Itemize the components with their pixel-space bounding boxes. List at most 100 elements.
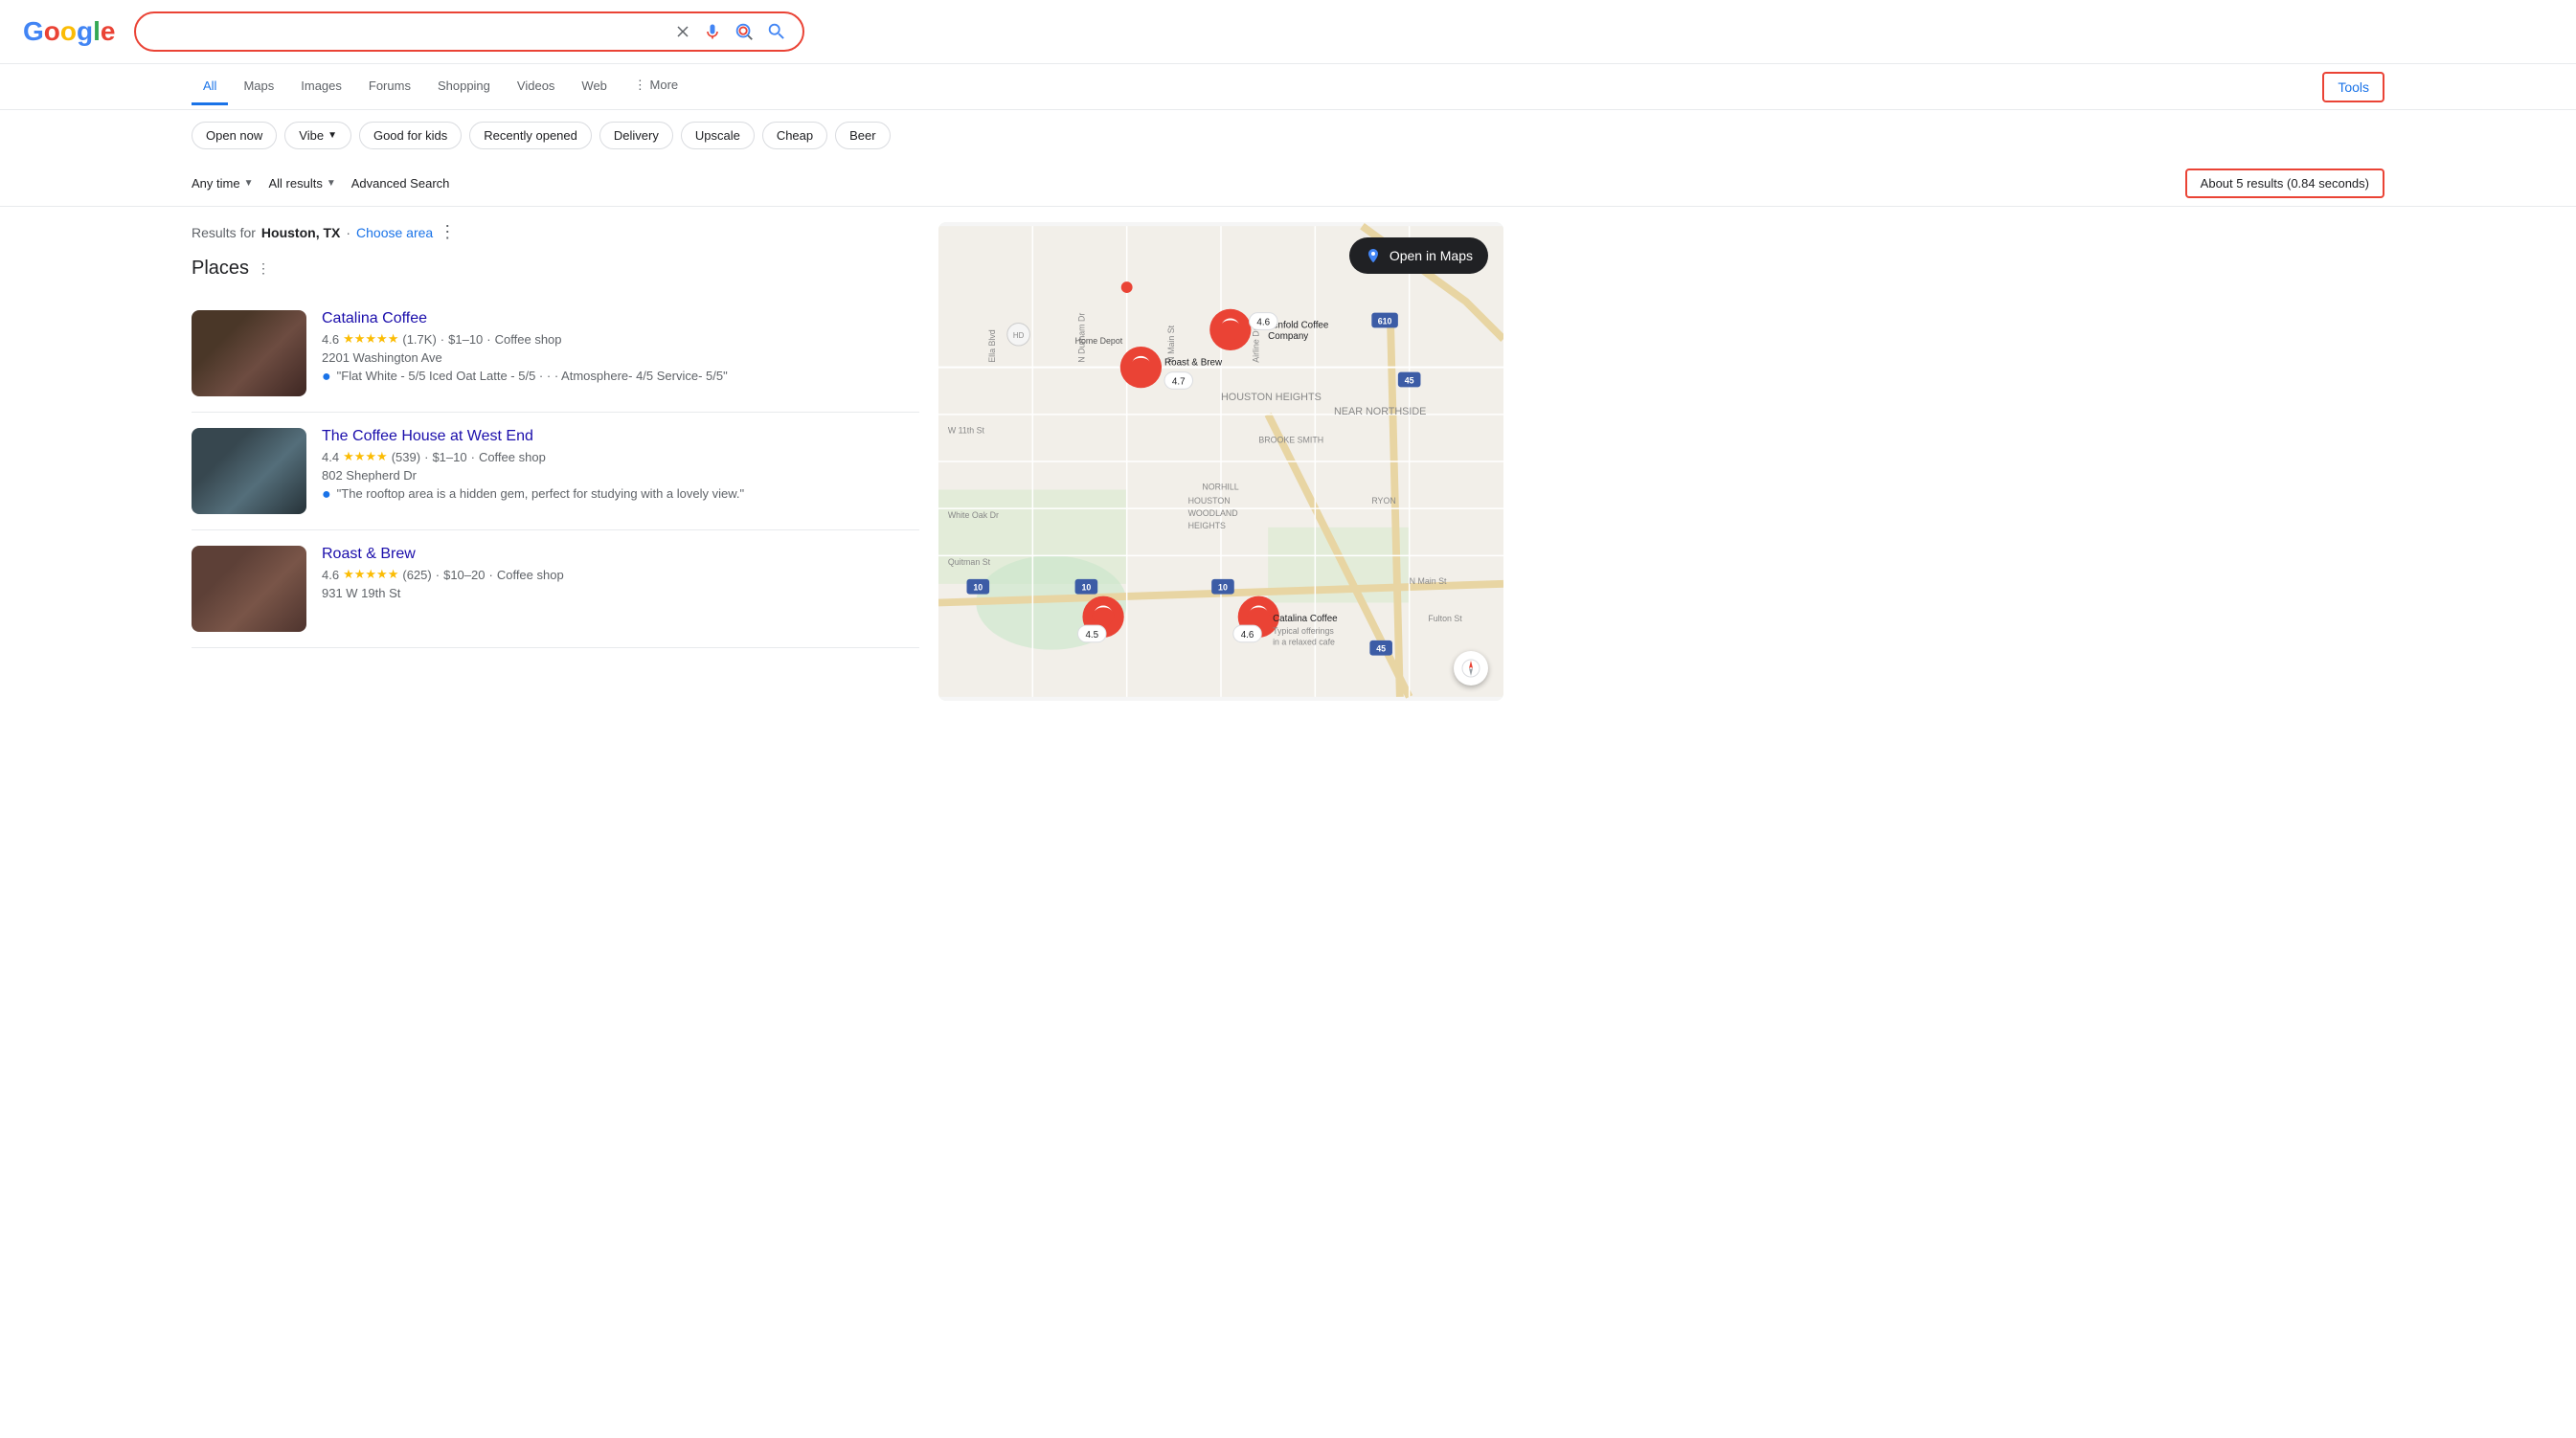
svg-text:4.7: 4.7 — [1172, 376, 1186, 387]
tab-shopping[interactable]: Shopping — [426, 69, 502, 105]
filter-chips: Open now Vibe ▼ Good for kids Recently o… — [0, 110, 2576, 161]
place-address-catalina: 2201 Washington Ave — [322, 350, 919, 365]
all-results-filter[interactable]: All results ▼ — [268, 176, 335, 191]
review-avatar-icon: ● — [322, 369, 331, 386]
svg-text:45: 45 — [1376, 644, 1386, 654]
places-header: Places ⋮ — [192, 258, 919, 280]
svg-text:White Oak Dr: White Oak Dr — [948, 510, 999, 520]
svg-text:Catalina Coffee: Catalina Coffee — [1273, 614, 1338, 624]
svg-text:Company: Company — [1268, 331, 1308, 342]
svg-text:Typical offerings: Typical offerings — [1273, 626, 1334, 636]
more-options-icon[interactable]: ⋮ — [439, 222, 456, 242]
rating-stars-catalina: ★★★★★ — [343, 331, 398, 347]
voice-search-button[interactable] — [703, 22, 722, 41]
tab-images[interactable]: Images — [289, 69, 353, 105]
tab-web[interactable]: Web — [570, 69, 619, 105]
place-name-coffee-house[interactable]: The Coffee House at West End — [322, 428, 919, 445]
chip-beer[interactable]: Beer — [835, 122, 890, 149]
tab-more[interactable]: ⋮ More — [622, 68, 689, 105]
place-card-roast-brew: Roast & Brew 4.6 ★★★★★ (625) · $10–20 · … — [192, 530, 919, 648]
svg-text:Roast & Brew: Roast & Brew — [1164, 358, 1223, 369]
svg-text:NORHILL: NORHILL — [1202, 483, 1238, 492]
svg-text:HD: HD — [1013, 331, 1025, 340]
choose-area-link[interactable]: Choose area — [356, 225, 433, 240]
google-logo: Google — [23, 16, 115, 47]
svg-text:610: 610 — [1378, 316, 1392, 326]
svg-text:10: 10 — [973, 583, 983, 593]
svg-text:BROOKE SMITH: BROOKE SMITH — [1258, 435, 1323, 444]
place-address-roast-brew: 931 W 19th St — [322, 586, 919, 600]
tab-forums[interactable]: Forums — [357, 69, 422, 105]
lens-icon — [734, 21, 755, 42]
tab-maps[interactable]: Maps — [232, 69, 285, 105]
search-icon — [766, 21, 787, 42]
chip-cheap[interactable]: Cheap — [762, 122, 827, 149]
chip-upscale[interactable]: Upscale — [681, 122, 755, 149]
any-time-filter[interactable]: Any time ▼ — [192, 176, 253, 191]
nav-tabs: All Maps Images Forums Shopping Videos W… — [0, 64, 2576, 110]
svg-text:HOUSTON HEIGHTS: HOUSTON HEIGHTS — [1221, 392, 1322, 403]
search-input[interactable]: allintitle:best coffee places in Houston — [151, 23, 667, 40]
vibe-arrow-icon: ▼ — [328, 130, 337, 141]
compass-icon — [1461, 659, 1480, 678]
right-panel: Ella Blvd N Durham Dr N Main St Airline … — [938, 222, 1503, 701]
svg-text:Fulton St: Fulton St — [1428, 614, 1462, 623]
place-info-coffee-house: The Coffee House at West End 4.4 ★★★★ (5… — [322, 428, 919, 514]
map-container[interactable]: Ella Blvd N Durham Dr N Main St Airline … — [938, 222, 1503, 701]
place-info-catalina: Catalina Coffee 4.6 ★★★★★ (1.7K) · $1–10… — [322, 310, 919, 396]
place-name-roast-brew[interactable]: Roast & Brew — [322, 546, 919, 563]
svg-text:WOODLAND: WOODLAND — [1188, 508, 1238, 518]
results-for: Results for Houston, TX · Choose area ⋮ — [192, 222, 919, 242]
places-title: Places — [192, 258, 249, 280]
place-meta-coffee-house: 4.4 ★★★★ (539) · $1–10 · Coffee shop — [322, 449, 919, 464]
place-review-coffee-house: ● "The rooftop area is a hidden gem, per… — [322, 486, 919, 504]
search-icons — [674, 21, 787, 42]
advanced-search-link[interactable]: Advanced Search — [351, 176, 450, 191]
svg-text:W 11th St: W 11th St — [948, 426, 985, 436]
place-info-roast-brew: Roast & Brew 4.6 ★★★★★ (625) · $10–20 · … — [322, 546, 919, 632]
search-button[interactable] — [766, 21, 787, 42]
lens-button[interactable] — [734, 21, 755, 42]
svg-text:4.6: 4.6 — [1241, 630, 1254, 640]
place-meta-roast-brew: 4.6 ★★★★★ (625) · $10–20 · Coffee shop — [322, 567, 919, 582]
review-avatar-icon-2: ● — [322, 486, 331, 504]
place-meta-catalina: 4.6 ★★★★★ (1.7K) · $1–10 · Coffee shop — [322, 331, 919, 347]
mic-icon — [703, 22, 722, 41]
chip-good-for-kids[interactable]: Good for kids — [359, 122, 462, 149]
clear-button[interactable] — [674, 23, 691, 40]
results-count: About 5 results (0.84 seconds) — [2185, 169, 2384, 198]
svg-text:RYON: RYON — [1371, 496, 1395, 506]
place-image-catalina — [192, 310, 306, 396]
chip-delivery[interactable]: Delivery — [599, 122, 673, 149]
clear-icon — [674, 23, 691, 40]
tab-videos[interactable]: Videos — [506, 69, 567, 105]
left-panel: Results for Houston, TX · Choose area ⋮ … — [192, 222, 919, 701]
main-content: Results for Houston, TX · Choose area ⋮ … — [0, 207, 2576, 716]
svg-text:10: 10 — [1218, 583, 1228, 593]
chip-vibe[interactable]: Vibe ▼ — [284, 122, 351, 149]
all-results-arrow-icon: ▼ — [327, 178, 336, 189]
place-card-catalina: Catalina Coffee 4.6 ★★★★★ (1.7K) · $1–10… — [192, 295, 919, 413]
places-menu-icon[interactable]: ⋮ — [257, 260, 270, 277]
tab-all[interactable]: All — [192, 69, 228, 105]
place-review-catalina: ● "Flat White - 5/5 Iced Oat Latte - 5/5… — [322, 369, 919, 386]
tools-button[interactable]: Tools — [2322, 72, 2384, 102]
rating-stars-coffee-house: ★★★★ — [343, 449, 388, 464]
chip-open-now[interactable]: Open now — [192, 122, 277, 149]
search-bar: allintitle:best coffee places in Houston — [134, 11, 804, 52]
place-name-catalina[interactable]: Catalina Coffee — [322, 310, 919, 327]
svg-text:HOUSTON: HOUSTON — [1188, 496, 1231, 506]
open-in-maps-button[interactable]: Open in Maps — [1349, 237, 1488, 274]
svg-text:Ella Blvd: Ella Blvd — [987, 329, 997, 362]
place-address-coffee-house: 802 Shepherd Dr — [322, 468, 919, 483]
header: Google allintitle:best coffee places in … — [0, 0, 2576, 64]
svg-text:Airline Dr: Airline Dr — [1251, 327, 1260, 362]
chip-recently-opened[interactable]: Recently opened — [469, 122, 592, 149]
compass-button[interactable] — [1454, 651, 1488, 685]
svg-text:10: 10 — [1081, 583, 1091, 593]
svg-text:in a relaxed cafe: in a relaxed cafe — [1273, 638, 1335, 647]
maps-logo-icon — [1365, 247, 1382, 264]
search-bar-container: allintitle:best coffee places in Houston — [134, 11, 804, 52]
svg-text:4.6: 4.6 — [1256, 317, 1270, 327]
svg-text:Home Depot: Home Depot — [1075, 336, 1123, 346]
